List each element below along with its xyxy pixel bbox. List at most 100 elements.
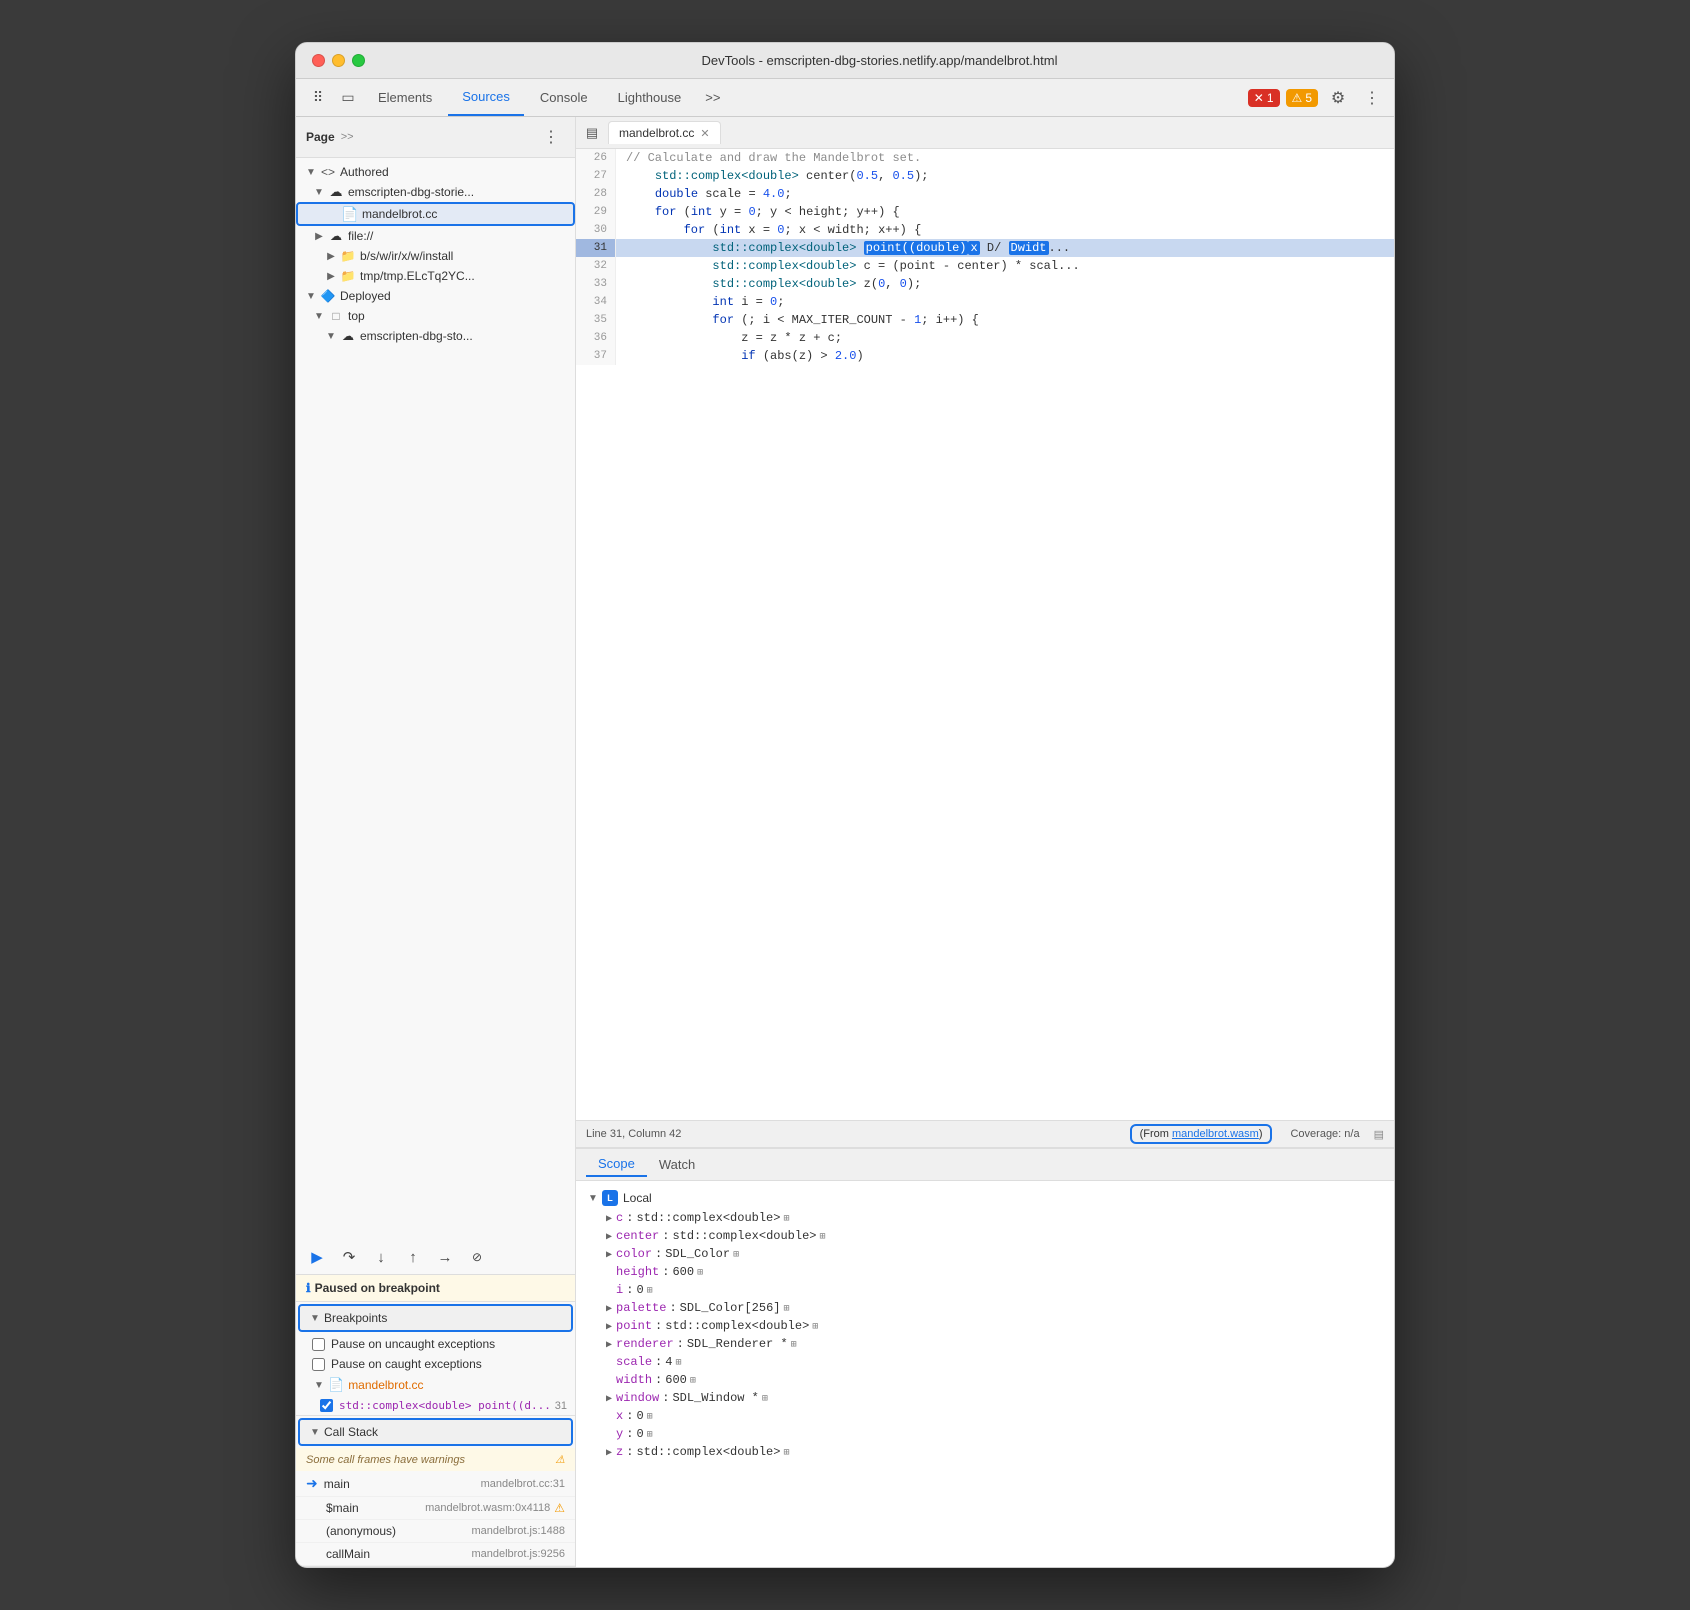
tree-item-mandelbrot-cc[interactable]: 📄 mandelbrot.cc [296,202,575,226]
breakpoints-section: ▼ Breakpoints Pause on uncaught exceptio… [296,1302,575,1416]
scope-var-i: ▶ i : 0 ⊞ [586,1281,1384,1299]
coverage-label: Coverage: n/a [1290,1128,1359,1140]
wasm-link[interactable]: mandelbrot.wasm [1172,1128,1259,1140]
tmp-label: tmp/tmp.ELcTq2YC... [360,269,475,283]
var-value: 0 [636,1427,643,1441]
bp-entry-1[interactable]: std::complex<double> point((d... 31 [296,1396,575,1415]
tabs-more-button[interactable]: >> [697,86,728,109]
code-content: std::complex<double> center(0.5, 0.5); [616,167,1394,185]
window-title: DevTools - emscripten-dbg-stories.netlif… [381,53,1378,68]
tree-item-emscripten-deployed[interactable]: ▼ ☁ emscripten-dbg-sto... [296,326,575,346]
scope-var-center[interactable]: ▶ center : std::complex<double> ⊞ [586,1227,1384,1245]
status-bar: Line 31, Column 42 (From mandelbrot.wasm… [576,1120,1394,1147]
var-value: std::complex<double> [665,1319,809,1333]
scope-var-y: ▶ y : 0 ⊞ [586,1425,1384,1443]
var-name: y [616,1427,623,1441]
sidebar-more-icon[interactable]: ⋮ [537,123,565,151]
pause-uncaught-checkbox[interactable] [312,1338,325,1351]
var-name: renderer [616,1337,674,1351]
warning-badge[interactable]: ⚠ 5 [1286,89,1318,107]
line-number: 33 [576,275,616,293]
tab-scope[interactable]: Scope [586,1152,647,1177]
tree-item-authored[interactable]: ▼ <> Authored [296,162,575,182]
call-frame-main[interactable]: ➜ main mandelbrot.cc:31 [296,1471,575,1497]
colon: : [662,1265,669,1279]
cursor-icon[interactable]: ⠿ [304,84,332,112]
var-name: center [616,1229,659,1243]
code-editor[interactable]: 26 // Calculate and draw the Mandelbrot … [576,149,1394,1120]
line-number: 29 [576,203,616,221]
minimize-button[interactable] [332,54,345,67]
more-options-icon[interactable]: ⋮ [1358,84,1386,112]
tab-lighthouse[interactable]: Lighthouse [604,79,696,116]
local-section-header[interactable]: ▼ L Local [586,1187,1384,1209]
bp-file-header[interactable]: ▼ 📄 mandelbrot.cc [296,1374,575,1396]
authored-icon: <> [320,164,336,180]
scope-var-renderer[interactable]: ▶ renderer : SDL_Renderer * ⊞ [586,1335,1384,1353]
tree-item-deployed[interactable]: ▼ 🔷 Deployed [296,286,575,306]
colon: : [655,1355,662,1369]
breakpoints-header[interactable]: ▼ Breakpoints [298,1304,573,1332]
frame-location: mandelbrot.wasm:0x4118 [425,1502,550,1514]
tree-item-file[interactable]: ▶ ☁ file:// [296,226,575,246]
tree-item-install[interactable]: ▶ 📁 b/s/w/ir/x/w/install [296,246,575,266]
scope-var-palette[interactable]: ▶ palette : SDL_Color[256] ⊞ [586,1299,1384,1317]
code-content: std::complex<double> c = (point - center… [616,257,1394,275]
callstack-warning: Some call frames have warnings ⚠ [296,1448,575,1471]
colon: : [626,1211,633,1225]
pause-caught-checkbox[interactable] [312,1358,325,1371]
emscripten-label: emscripten-dbg-storie... [348,185,474,199]
deactivate-button[interactable]: ⊘ [464,1244,490,1270]
step-over-button[interactable]: ↷ [336,1244,362,1270]
tab-console[interactable]: Console [526,79,602,116]
file-tab-mandelbrot[interactable]: mandelbrot.cc ✕ [608,121,721,144]
call-frame-smain[interactable]: $main mandelbrot.wasm:0x4118 ⚠ [296,1497,575,1520]
wasm-grid-icon: ⊞ [783,1213,789,1225]
scope-var-z[interactable]: ▶ z : std::complex<double> ⊞ [586,1443,1384,1461]
coverage-icon: ▤ [1374,1128,1384,1141]
pause-uncaught-item[interactable]: Pause on uncaught exceptions [296,1334,575,1354]
close-button[interactable] [312,54,325,67]
resume-button[interactable]: ▶ [304,1244,330,1270]
breakpoints-title: Breakpoints [324,1311,387,1325]
call-frame-callmain[interactable]: callMain mandelbrot.js:9256 [296,1543,575,1566]
code-line-37: 37 if (abs(z) > 2.0) [576,347,1394,365]
tab-close-icon[interactable]: ✕ [700,127,709,140]
tree-item-tmp[interactable]: ▶ 📁 tmp/tmp.ELcTq2YC... [296,266,575,286]
var-name: width [616,1373,652,1387]
tab-elements[interactable]: Elements [364,79,446,116]
scope-var-point[interactable]: ▶ point : std::complex<double> ⊞ [586,1317,1384,1335]
tab-watch[interactable]: Watch [647,1153,707,1176]
line-number: 26 [576,149,616,167]
colon: : [655,1319,662,1333]
sidebar-toggle-icon[interactable]: ▤ [580,121,604,145]
frame-icon: □ [328,308,344,324]
call-frame-anonymous[interactable]: (anonymous) mandelbrot.js:1488 [296,1520,575,1543]
scope-var-c[interactable]: ▶ c : std::complex<double> ⊞ [586,1209,1384,1227]
tree-item-top[interactable]: ▼ □ top [296,306,575,326]
device-icon[interactable]: ▭ [334,84,362,112]
deployed-label: Deployed [340,289,391,303]
error-badge[interactable]: ✕ 1 [1248,89,1280,107]
var-value: 600 [665,1373,687,1387]
scope-var-color[interactable]: ▶ color : SDL_Color ⊞ [586,1245,1384,1263]
callstack-header[interactable]: ▼ Call Stack [298,1418,573,1446]
step-button[interactable]: → [432,1244,458,1270]
var-value: 0 [636,1283,643,1297]
main-layout: Page >> ⋮ ▼ <> Authored ▼ ☁ emscripten-d… [296,117,1394,1567]
bp-checkbox-1[interactable] [320,1399,333,1412]
tab-sources[interactable]: Sources [448,79,524,116]
settings-icon[interactable]: ⚙ [1324,84,1352,112]
scope-var-window[interactable]: ▶ window : SDL_Window * ⊞ [586,1389,1384,1407]
pause-caught-item[interactable]: Pause on caught exceptions [296,1354,575,1374]
main-content: ▤ mandelbrot.cc ✕ 26 // Calculate and dr… [576,117,1394,1567]
folder-icon: 📁 [340,248,356,264]
maximize-button[interactable] [352,54,365,67]
var-name: z [616,1445,623,1459]
step-out-button[interactable]: ↑ [400,1244,426,1270]
tree-item-emscripten[interactable]: ▼ ☁ emscripten-dbg-storie... [296,182,575,202]
folder-icon: 📁 [340,268,356,284]
code-line-32: 32 std::complex<double> c = (point - cen… [576,257,1394,275]
code-line-36: 36 z = z * z + c; [576,329,1394,347]
step-into-button[interactable]: ↓ [368,1244,394,1270]
